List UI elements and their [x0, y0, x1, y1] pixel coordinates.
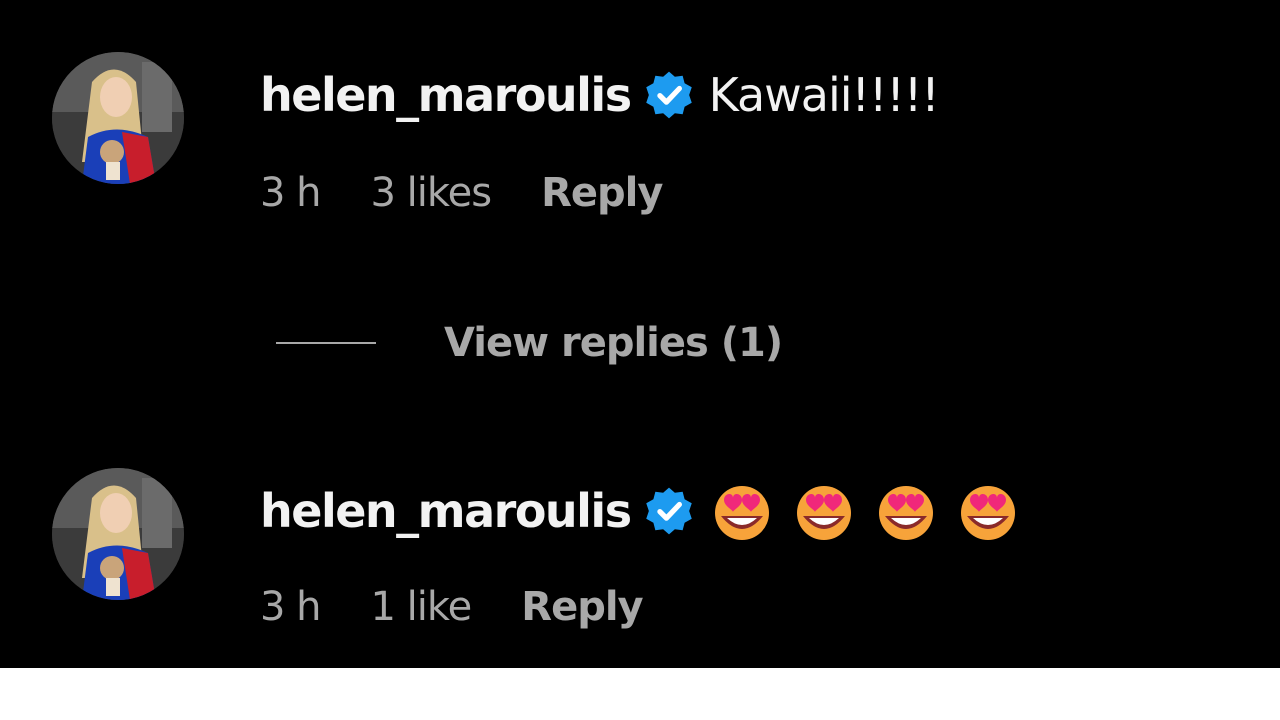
- username[interactable]: helen_maroulis: [260, 484, 632, 538]
- verified-badge-icon: [643, 69, 695, 121]
- username[interactable]: helen_maroulis: [260, 68, 632, 122]
- avatar[interactable]: [52, 468, 184, 600]
- comment-meta: 3 h 3 likes Reply: [260, 170, 663, 216]
- comment-likes[interactable]: 1 like: [371, 584, 473, 630]
- comments-panel: helen_maroulis Kawaii!!!!! 3 h 3 likes R…: [0, 0, 1280, 668]
- heart-eyes-emoji-icon: [711, 480, 773, 542]
- avatar[interactable]: [52, 52, 184, 184]
- comment-meta: 3 h 1 like Reply: [260, 584, 644, 630]
- comment-emojis: [711, 480, 1019, 542]
- heart-eyes-emoji-icon: [793, 480, 855, 542]
- replies-divider-line: [276, 342, 376, 344]
- comment-time: 3 h: [260, 584, 322, 630]
- comment-header: helen_maroulis Kawaii!!!!!: [260, 60, 940, 130]
- reply-button[interactable]: Reply: [541, 170, 663, 216]
- comment-header: helen_maroulis: [260, 476, 1019, 546]
- comment-time: 3 h: [260, 170, 322, 216]
- view-replies-label: View replies (1): [444, 320, 783, 366]
- avatar-image: [52, 468, 184, 600]
- comment-text: Kawaii!!!!!: [708, 68, 940, 122]
- reply-button[interactable]: Reply: [521, 584, 643, 630]
- avatar-image: [52, 52, 184, 184]
- verified-badge-icon: [643, 485, 695, 537]
- heart-eyes-emoji-icon: [875, 480, 937, 542]
- view-replies-button[interactable]: View replies (1): [276, 315, 783, 371]
- comment-likes[interactable]: 3 likes: [371, 170, 493, 216]
- heart-eyes-emoji-icon: [957, 480, 1019, 542]
